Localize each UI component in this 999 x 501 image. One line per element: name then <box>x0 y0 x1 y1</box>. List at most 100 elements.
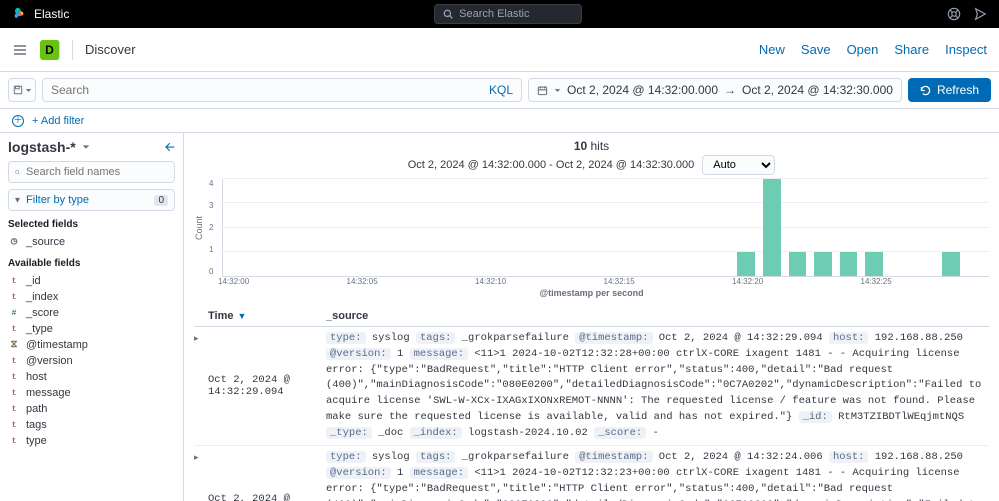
bar[interactable] <box>478 179 504 276</box>
bar[interactable] <box>632 179 658 276</box>
bar[interactable] <box>861 179 887 276</box>
field-type-icon: t <box>8 291 20 303</box>
elastic-logo-icon <box>12 7 26 21</box>
bar[interactable] <box>606 179 632 276</box>
bar[interactable] <box>683 179 709 276</box>
field-name: type <box>26 435 47 447</box>
newsfeed-icon[interactable] <box>973 7 987 21</box>
bar[interactable] <box>785 179 811 276</box>
collapse-sidebar-icon[interactable] <box>163 141 175 153</box>
field-type-icon: ◷ <box>8 236 20 248</box>
bar[interactable] <box>912 179 938 276</box>
index-pattern-name: logstash-* <box>8 139 76 155</box>
bar[interactable] <box>300 179 326 276</box>
interval-select[interactable]: Auto <box>702 155 775 175</box>
bar[interactable] <box>325 179 351 276</box>
bar[interactable] <box>402 179 428 276</box>
field-type-icon: t <box>8 323 20 335</box>
refresh-button[interactable]: Refresh <box>908 78 991 102</box>
field-type-icon: t <box>8 355 20 367</box>
inspect-button[interactable]: Inspect <box>945 42 987 57</box>
refresh-icon <box>920 85 931 96</box>
bar[interactable] <box>759 179 785 276</box>
field-name: tags <box>26 419 47 431</box>
bar[interactable] <box>734 179 760 276</box>
bar[interactable] <box>249 179 275 276</box>
search-icon <box>443 9 453 19</box>
query-input[interactable] <box>51 83 489 97</box>
filter-bar: ＋ + Add filter <box>0 109 999 133</box>
field-type-icon: t <box>8 387 20 399</box>
expand-row-icon[interactable]: ▸ <box>194 450 208 501</box>
global-search[interactable]: Search Elastic <box>434 4 582 24</box>
bar[interactable] <box>555 179 581 276</box>
global-header: Elastic Search Elastic <box>0 0 999 28</box>
bar[interactable] <box>223 179 249 276</box>
table-row: ▸Oct 2, 2024 @ 14:32:29.094type: syslog … <box>194 327 989 446</box>
bar[interactable] <box>810 179 836 276</box>
index-pattern-selector[interactable]: logstash-* <box>8 139 90 155</box>
filter-by-type-label: Filter by type <box>26 194 89 206</box>
date-to: Oct 2, 2024 @ 14:32:30.000 <box>742 83 893 97</box>
add-filter-button[interactable]: + Add filter <box>32 115 84 127</box>
filter-options-icon[interactable]: ＋ <box>12 115 24 127</box>
app-header: D Discover New Save Open Share Inspect <box>0 28 999 72</box>
field-item[interactable]: t_type <box>8 321 175 337</box>
bar[interactable] <box>938 179 964 276</box>
field-item[interactable]: t@version <box>8 353 175 369</box>
bar[interactable] <box>351 179 377 276</box>
time-column-header[interactable]: Time ▼ <box>208 310 326 322</box>
doc-time: Oct 2, 2024 @ 14:32:29.094 <box>208 331 326 441</box>
saved-queries-button[interactable] <box>8 78 36 102</box>
results-panel: 10 hits Oct 2, 2024 @ 14:32:00.000 - Oct… <box>184 133 999 501</box>
field-item[interactable]: tpath <box>8 401 175 417</box>
bar[interactable] <box>376 179 402 276</box>
date-picker[interactable]: Oct 2, 2024 @ 14:32:00.000 → Oct 2, 2024… <box>528 78 902 102</box>
expand-row-icon[interactable]: ▸ <box>194 331 208 441</box>
bar[interactable] <box>529 179 555 276</box>
bar[interactable] <box>453 179 479 276</box>
field-item[interactable]: ttype <box>8 433 175 449</box>
bar[interactable] <box>504 179 530 276</box>
field-type-icon: t <box>8 403 20 415</box>
bar[interactable] <box>963 179 989 276</box>
selected-fields-title: Selected fields <box>8 219 175 230</box>
bar[interactable] <box>580 179 606 276</box>
chevron-down-icon <box>554 87 561 94</box>
field-type-icon: t <box>8 275 20 287</box>
y-axis-label: Count <box>194 179 204 277</box>
share-button[interactable]: Share <box>894 42 929 57</box>
field-name: _id <box>26 275 41 287</box>
field-item[interactable]: t _id <box>8 273 175 289</box>
field-search-input[interactable] <box>26 166 168 178</box>
nav-menu-icon[interactable] <box>12 42 28 58</box>
field-name: _index <box>26 291 58 303</box>
refresh-label: Refresh <box>937 83 979 97</box>
open-button[interactable]: Open <box>847 42 879 57</box>
field-item[interactable]: ⧖@timestamp <box>8 337 175 353</box>
save-button[interactable]: Save <box>801 42 831 57</box>
bar[interactable] <box>657 179 683 276</box>
histogram-chart: Count 43210 <box>194 179 989 277</box>
bar[interactable] <box>836 179 862 276</box>
date-from: Oct 2, 2024 @ 14:32:00.000 <box>567 83 718 97</box>
field-item[interactable]: ◷_source <box>8 234 175 250</box>
field-item[interactable]: ttags <box>8 417 175 433</box>
sort-desc-icon: ▼ <box>237 311 246 321</box>
language-switcher[interactable]: KQL <box>489 83 513 97</box>
bar[interactable] <box>887 179 913 276</box>
new-button[interactable]: New <box>759 42 785 57</box>
field-item[interactable]: t _index <box>8 289 175 305</box>
space-avatar[interactable]: D <box>40 40 60 60</box>
help-icon[interactable] <box>947 7 961 21</box>
doc-source: type: syslog tags: _grokparsefailure @ti… <box>326 450 989 501</box>
field-item[interactable]: #_score <box>8 305 175 321</box>
field-item[interactable]: tmessage <box>8 385 175 401</box>
source-column-header[interactable]: _source <box>326 310 989 322</box>
field-type-icon: t <box>8 435 20 447</box>
filter-by-type-button[interactable]: ▾ Filter by type 0 <box>8 189 175 211</box>
field-item[interactable]: thost <box>8 369 175 385</box>
bar[interactable] <box>427 179 453 276</box>
bar[interactable] <box>708 179 734 276</box>
bar[interactable] <box>274 179 300 276</box>
